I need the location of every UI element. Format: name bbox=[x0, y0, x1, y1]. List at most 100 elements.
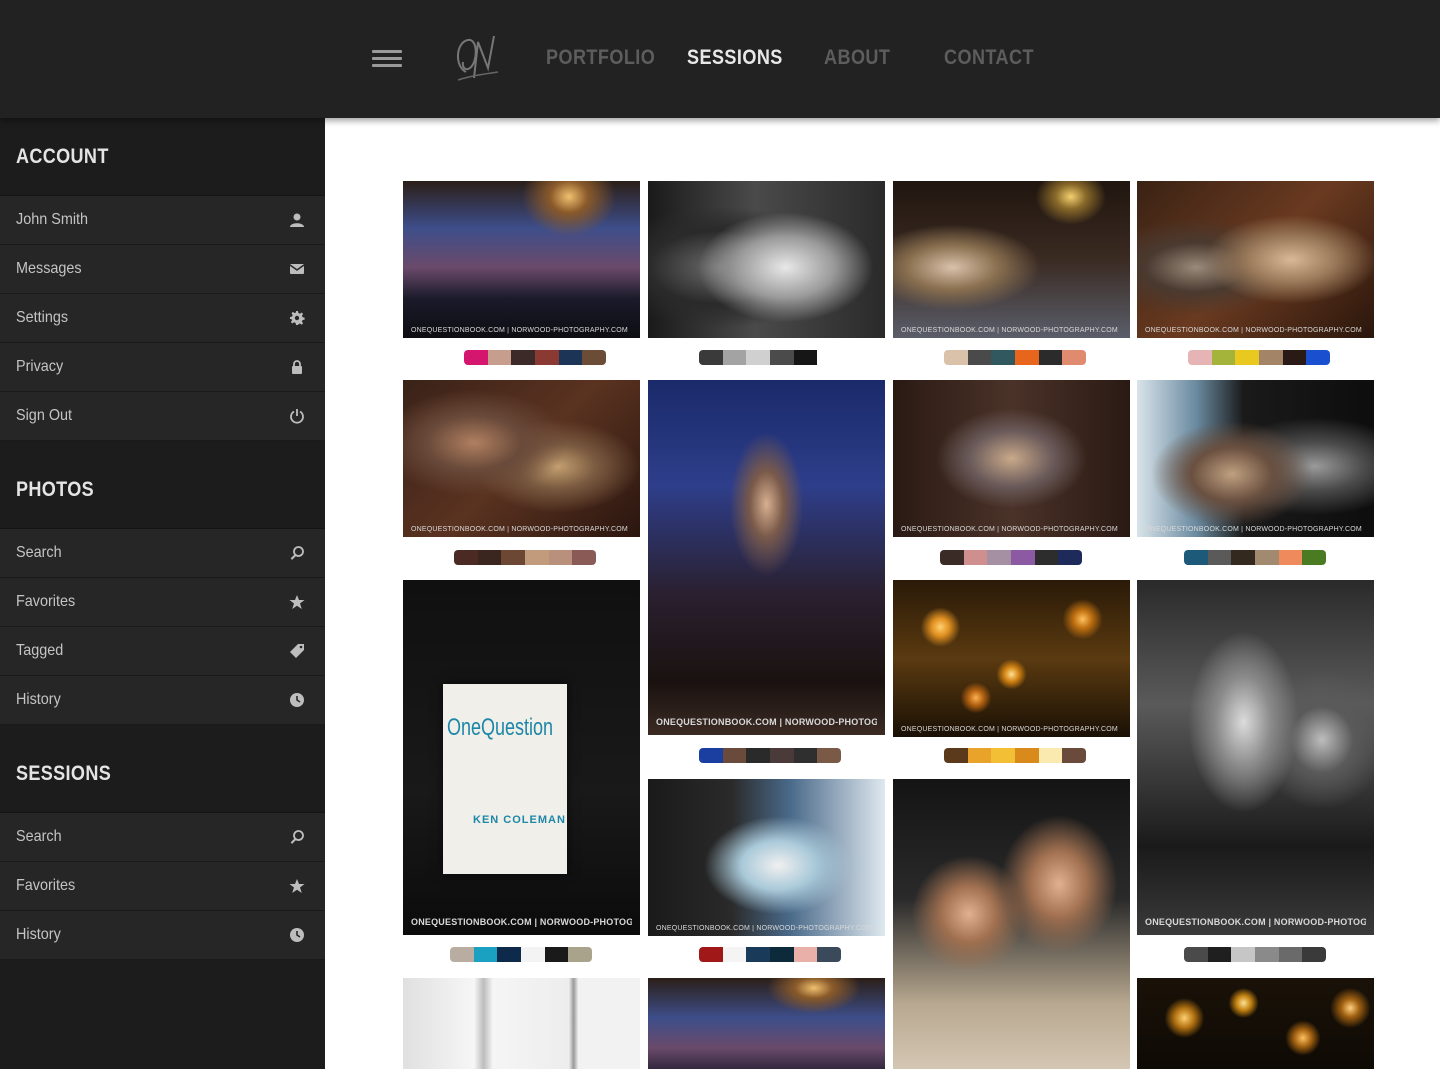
nav-contact[interactable]: CONTACT bbox=[944, 46, 1034, 70]
photo-group-of-three[interactable]: ONEQUESTIONBOOK.COM | NORWOOD-PHOTOGRAPH… bbox=[893, 380, 1130, 537]
sidebar-item-privacy[interactable]: Privacy bbox=[0, 343, 325, 392]
photo-watermark: ONEQUESTIONBOOK.COM | NORWOOD-PHOTOGRAPH… bbox=[411, 327, 628, 334]
photos-section-title: PHOTOS bbox=[0, 451, 325, 529]
color-swatch bbox=[699, 947, 723, 962]
color-swatch bbox=[963, 550, 988, 565]
clock-icon bbox=[290, 693, 304, 707]
color-swatch bbox=[511, 350, 536, 365]
sidebar-item-sign-out[interactable]: Sign Out bbox=[0, 392, 325, 441]
photo-string-lights[interactable] bbox=[1137, 978, 1374, 1069]
sidebar-item-photos-search[interactable]: Search bbox=[0, 529, 325, 578]
color-swatch bbox=[487, 350, 512, 365]
color-swatch bbox=[1278, 947, 1303, 962]
account-section-title: ACCOUNT bbox=[0, 118, 325, 196]
sessions-section-title: SESSIONS bbox=[0, 735, 325, 813]
nav-about[interactable]: ABOUT bbox=[824, 46, 890, 70]
color-swatch bbox=[572, 550, 596, 565]
color-swatch bbox=[1015, 350, 1039, 365]
search-icon bbox=[290, 830, 304, 844]
photo-women-bw[interactable] bbox=[648, 181, 885, 338]
color-swatch bbox=[1207, 550, 1232, 565]
color-palette bbox=[1188, 350, 1330, 365]
sidebar: ACCOUNT John Smith Messages Settings Pri… bbox=[0, 118, 325, 1069]
color-palette bbox=[944, 748, 1086, 763]
color-swatch bbox=[940, 550, 964, 565]
color-swatch bbox=[1038, 350, 1063, 365]
photo-watermark: ONEQUESTIONBOOK.COM | NORWOOD-PHOTOGRAPH… bbox=[1145, 327, 1362, 334]
sidebar-item-photos-history[interactable]: History bbox=[0, 676, 325, 725]
photo-men-toasting[interactable]: ONEQUESTIONBOOK.COM | NORWOOD-PHOTOGRAPH… bbox=[403, 380, 640, 537]
photo-stage-band-2[interactable] bbox=[648, 978, 885, 1069]
color-swatch bbox=[699, 748, 723, 763]
photo-singer-stage[interactable]: ONEQUESTIONBOOK.COM | NORWOOD-PHOTOGRAPH… bbox=[648, 380, 885, 735]
photo-gallery: ONEQUESTIONBOOK.COM | NORWOOD-PHOTOGRAPH… bbox=[325, 118, 1440, 1069]
sidebar-item-label: Favorites bbox=[16, 877, 76, 894]
photo-couple-signing[interactable]: ONEQUESTIONBOOK.COM | NORWOOD-PHOTOGRAPH… bbox=[1137, 181, 1374, 338]
sidebar-item-label: Favorites bbox=[16, 593, 76, 610]
color-swatch bbox=[473, 947, 498, 962]
color-swatch bbox=[535, 350, 559, 365]
sidebar-item-label: History bbox=[16, 926, 61, 943]
sidebar-item-sessions-history[interactable]: History bbox=[0, 911, 325, 960]
color-swatch bbox=[548, 550, 573, 565]
color-palette bbox=[454, 550, 596, 565]
color-swatch bbox=[454, 550, 478, 565]
color-swatch bbox=[1302, 550, 1326, 565]
color-swatch bbox=[967, 748, 992, 763]
sidebar-item-photos-tagged[interactable]: Tagged bbox=[0, 627, 325, 676]
sidebar-item-photos-favorites[interactable]: Favorites bbox=[0, 578, 325, 627]
color-palette bbox=[699, 748, 841, 763]
color-swatch bbox=[1184, 550, 1208, 565]
color-swatch bbox=[722, 350, 747, 365]
sidebar-item-label: Tagged bbox=[16, 642, 64, 659]
power-icon bbox=[290, 409, 304, 424]
color-swatch bbox=[944, 748, 968, 763]
color-swatch bbox=[817, 947, 841, 962]
color-swatch bbox=[991, 748, 1016, 763]
photo-book-signing[interactable]: ONEQUESTIONBOOK.COM | NORWOOD-PHOTOGRAPH… bbox=[1137, 380, 1374, 537]
hamburger-menu-icon[interactable] bbox=[372, 50, 402, 70]
color-swatch bbox=[746, 350, 771, 365]
color-swatch bbox=[1231, 550, 1256, 565]
photo-two-men-smiling[interactable] bbox=[893, 779, 1130, 1069]
photo-book-in-hand[interactable]: ONEQUESTIONBOOK.COM | NORWOOD-PHOTOGRAPH… bbox=[648, 779, 885, 936]
sidebar-item-sessions-search[interactable]: Search bbox=[0, 813, 325, 862]
envelope-icon bbox=[289, 264, 305, 274]
color-swatch bbox=[991, 350, 1016, 365]
color-swatch bbox=[770, 350, 794, 365]
sidebar-item-label: Sign Out bbox=[16, 407, 73, 424]
photo-book-display[interactable]: OneQuestion KEN COLEMAN ONEQUESTIONBOOK.… bbox=[403, 580, 640, 935]
color-swatch bbox=[1062, 350, 1086, 365]
photo-watermark: ONEQUESTIONBOOK.COM | NORWOOD-PHOTOGRAPH… bbox=[656, 717, 877, 727]
color-swatch bbox=[987, 550, 1012, 565]
lock-icon bbox=[292, 360, 302, 374]
sidebar-item-label: History bbox=[16, 691, 61, 708]
sidebar-item-label: Search bbox=[16, 828, 62, 845]
nav-portfolio[interactable]: PORTFOLIO bbox=[546, 46, 655, 70]
color-swatch bbox=[1255, 550, 1279, 565]
user-icon bbox=[290, 213, 304, 227]
color-swatch bbox=[497, 947, 522, 962]
sidebar-item-sessions-favorites[interactable]: Favorites bbox=[0, 862, 325, 911]
nav-sessions[interactable]: SESSIONS bbox=[687, 46, 783, 70]
logo[interactable] bbox=[448, 28, 508, 88]
sidebar-item-profile[interactable]: John Smith bbox=[0, 196, 325, 245]
photo-watermark: ONEQUESTIONBOOK.COM | NORWOOD-PHOTOGRAPH… bbox=[656, 925, 873, 932]
color-swatch bbox=[1235, 350, 1260, 365]
sidebar-item-settings[interactable]: Settings bbox=[0, 294, 325, 343]
sidebar-item-messages[interactable]: Messages bbox=[0, 245, 325, 294]
tag-icon bbox=[290, 644, 304, 658]
color-swatch bbox=[1259, 350, 1283, 365]
photo-bokeh-lights[interactable]: ONEQUESTIONBOOK.COM | NORWOOD-PHOTOGRAPH… bbox=[893, 580, 1130, 737]
color-swatch bbox=[582, 350, 606, 365]
color-swatch bbox=[746, 748, 771, 763]
color-swatch bbox=[793, 748, 818, 763]
photo-stage-band[interactable]: ONEQUESTIONBOOK.COM | NORWOOD-PHOTOGRAPH… bbox=[403, 181, 640, 338]
photo-speaker-mic[interactable]: ONEQUESTIONBOOK.COM | NORWOOD-PHOTOGRAPH… bbox=[893, 181, 1130, 338]
photo-singer-bw[interactable]: ONEQUESTIONBOOK.COM | NORWOOD-PHOTOGRAPH… bbox=[1137, 580, 1374, 935]
color-swatch bbox=[817, 748, 841, 763]
color-palette bbox=[940, 550, 1082, 565]
photo-window-bw[interactable] bbox=[403, 978, 640, 1069]
star-icon bbox=[289, 595, 305, 609]
photo-watermark: ONEQUESTIONBOOK.COM | NORWOOD-PHOTOGRAPH… bbox=[1145, 917, 1366, 927]
